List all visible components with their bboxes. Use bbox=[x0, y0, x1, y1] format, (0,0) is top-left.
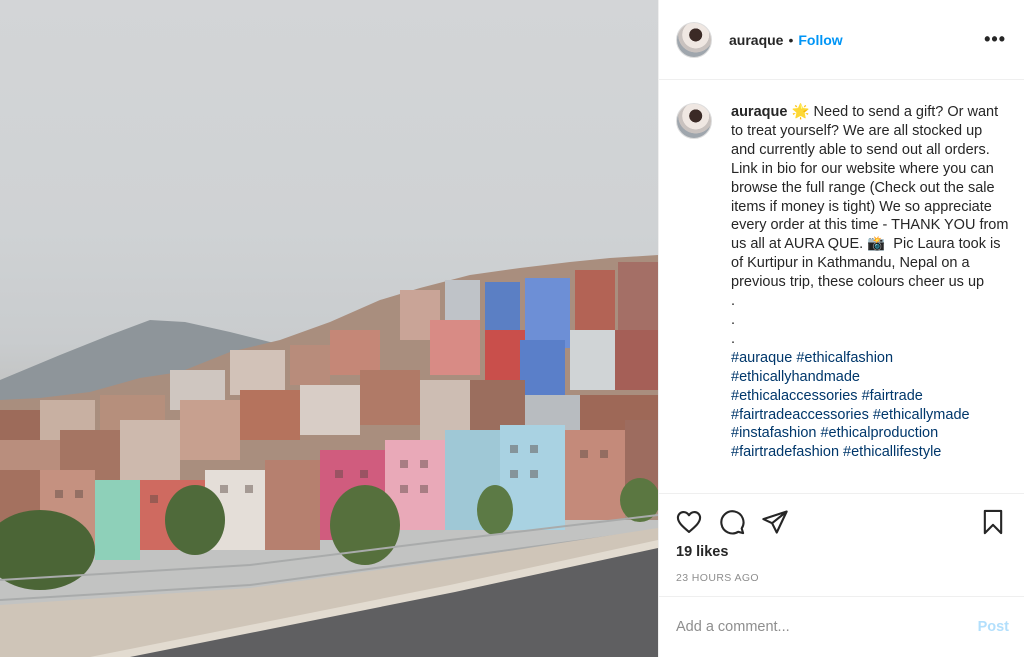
hashtag[interactable]: #fairtrade bbox=[862, 388, 923, 404]
post-comment-button[interactable]: Post bbox=[978, 619, 1009, 635]
star-emoji-icon: 🌟 bbox=[791, 104, 810, 120]
comment-input[interactable] bbox=[676, 619, 978, 635]
bookmark-icon[interactable] bbox=[979, 508, 1009, 538]
avatar[interactable] bbox=[676, 21, 712, 58]
hashtag[interactable]: #ethicalaccessories bbox=[731, 388, 858, 404]
caption-text: auraque 🌟 Need to send a gift? Or want t… bbox=[731, 103, 1009, 493]
action-icons-row bbox=[675, 508, 1009, 538]
hashtag[interactable]: #auraque bbox=[731, 350, 792, 366]
separator-dot: • bbox=[788, 31, 794, 48]
hashtag[interactable]: #ethicallymade bbox=[873, 407, 970, 423]
header-username[interactable]: auraque bbox=[729, 32, 783, 48]
comment-bar: Post bbox=[659, 596, 1024, 657]
hashtag[interactable]: #ethicallyhandmade bbox=[731, 369, 860, 385]
post-timestamp[interactable]: 23 HOURS AGO bbox=[676, 572, 759, 584]
follow-button[interactable]: Follow bbox=[798, 32, 842, 48]
heart-icon[interactable] bbox=[675, 508, 705, 538]
kathmandu-hillside-image bbox=[0, 255, 658, 657]
hashtag[interactable]: #fairtradeaccessories bbox=[731, 407, 869, 423]
hashtag-list: #auraque #ethicalfashion #ethicallyhandm… bbox=[731, 350, 970, 461]
paper-plane-icon[interactable] bbox=[761, 508, 791, 538]
likes-count[interactable]: 19 likes bbox=[676, 544, 728, 560]
caption-username[interactable]: auraque bbox=[731, 104, 787, 120]
post-header: auraque • Follow ••• bbox=[659, 0, 1024, 80]
post-side-panel: auraque • Follow ••• auraque 🌟 Need to s… bbox=[658, 0, 1024, 657]
hashtag[interactable]: #ethicalproduction bbox=[820, 425, 938, 441]
caption-body: Need to send a gift? Or want to treat yo… bbox=[731, 104, 1009, 347]
caption-section: auraque 🌟 Need to send a gift? Or want t… bbox=[659, 81, 1024, 493]
hashtag[interactable]: #fairtradefashion bbox=[731, 444, 839, 460]
caption-avatar[interactable] bbox=[676, 103, 712, 139]
post-photo[interactable] bbox=[0, 0, 658, 657]
hashtag[interactable]: #ethicallifestyle bbox=[843, 444, 941, 460]
hashtag[interactable]: #ethicalfashion bbox=[796, 350, 893, 366]
hashtag[interactable]: #instafashion bbox=[731, 425, 816, 441]
more-options-icon[interactable]: ••• bbox=[984, 29, 1008, 50]
comment-bubble-icon[interactable] bbox=[718, 508, 748, 538]
